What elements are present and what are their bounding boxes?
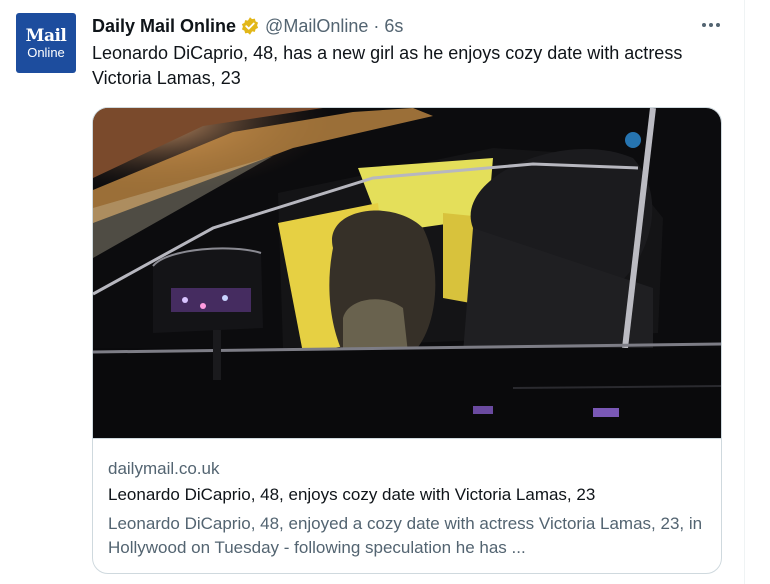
timeline-divider — [744, 0, 745, 584]
more-options-button[interactable] — [696, 12, 726, 38]
card-description: Leonardo DiCaprio, 48, enjoyed a cozy da… — [108, 514, 703, 557]
verified-badge-icon — [240, 16, 260, 36]
card-domain: dailymail.co.uk — [108, 459, 220, 478]
display-name[interactable]: Daily Mail Online — [92, 16, 236, 37]
tweet-header: Daily Mail Online @MailOnline · 6s — [92, 14, 403, 38]
card-image[interactable] — [93, 108, 722, 438]
tweet-text: Leonardo DiCaprio, 48, has a new girl as… — [92, 43, 683, 88]
timestamp[interactable]: 6s — [384, 16, 403, 37]
separator-dot: · — [373, 15, 380, 36]
card-title[interactable]: Leonardo DiCaprio, 48, enjoys cozy date … — [108, 485, 595, 505]
handle[interactable]: @MailOnline — [265, 16, 368, 37]
more-horizontal-icon — [702, 23, 720, 27]
link-card[interactable]: dailymail.co.uk Leonardo DiCaprio, 48, e… — [92, 107, 722, 574]
avatar-logo-line1: Mail — [25, 25, 67, 46]
avatar-logo-line2: Online — [27, 44, 65, 60]
card-body: dailymail.co.uk Leonardo DiCaprio, 48, e… — [93, 438, 721, 573]
avatar[interactable]: Mail Online — [16, 13, 76, 73]
